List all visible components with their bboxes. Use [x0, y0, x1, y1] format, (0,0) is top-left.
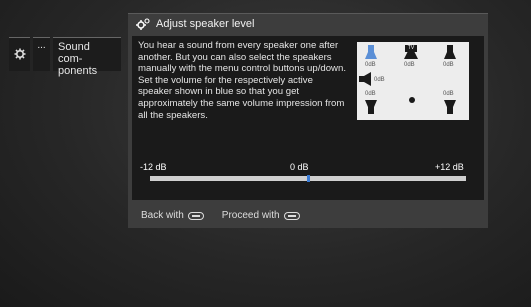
back-remote-button-icon	[187, 211, 204, 220]
speaker-level-slider[interactable]	[150, 175, 466, 182]
slider-thumb[interactable]	[306, 175, 310, 182]
sound-components-label: Sound com-ponents	[58, 41, 98, 77]
adjust-speaker-level-dialog: Adjust speaker level You hear a sound fr…	[128, 13, 488, 228]
center-db: 0dB	[404, 62, 415, 68]
speaker-layout-diagram: 0dB TV 0dB 0dB 0dB 0dB 0dB	[357, 42, 469, 120]
gear-icon	[14, 48, 25, 60]
rear-right-speaker-icon[interactable]	[443, 100, 457, 114]
more-label: ...	[37, 40, 46, 51]
subwoofer-db: 0dB	[374, 77, 385, 83]
back-label: Back with	[141, 210, 184, 221]
ok-remote-button-icon	[283, 211, 300, 220]
dialog-footer: Back with Proceed with	[141, 210, 300, 221]
dialog-header: Adjust speaker level	[136, 18, 254, 30]
center-speaker-icon[interactable]: TV	[404, 45, 418, 59]
proceed-hint[interactable]: Proceed with	[222, 210, 300, 221]
rear-right-db: 0dB	[443, 91, 454, 97]
sound-components-menu-tile[interactable]: Sound com-ponents	[53, 37, 121, 77]
settings-menu-tile[interactable]	[9, 37, 30, 71]
gear-settings-icon	[136, 18, 150, 30]
listener-position-icon	[409, 97, 415, 103]
front-right-db: 0dB	[443, 62, 454, 68]
more-menu-tile[interactable]: ...	[33, 37, 50, 71]
front-left-db: 0dB	[365, 62, 376, 68]
front-right-speaker-icon[interactable]	[443, 45, 457, 59]
proceed-label: Proceed with	[221, 210, 280, 221]
instructions-text: You hear a sound from every speaker one …	[138, 40, 346, 121]
slider-min-label: -12 dB	[140, 162, 167, 172]
subwoofer-speaker-icon[interactable]	[359, 72, 372, 86]
dialog-title: Adjust speaker level	[156, 18, 255, 30]
slider-max-label: +12 dB	[435, 162, 464, 172]
back-hint[interactable]: Back with	[141, 210, 204, 221]
rear-left-db: 0dB	[365, 91, 376, 97]
dialog-content: You hear a sound from every speaker one …	[132, 36, 484, 200]
rear-left-speaker-icon[interactable]	[364, 100, 378, 114]
front-left-speaker-icon[interactable]	[364, 45, 378, 59]
slider-mid-label: 0 dB	[290, 162, 309, 172]
